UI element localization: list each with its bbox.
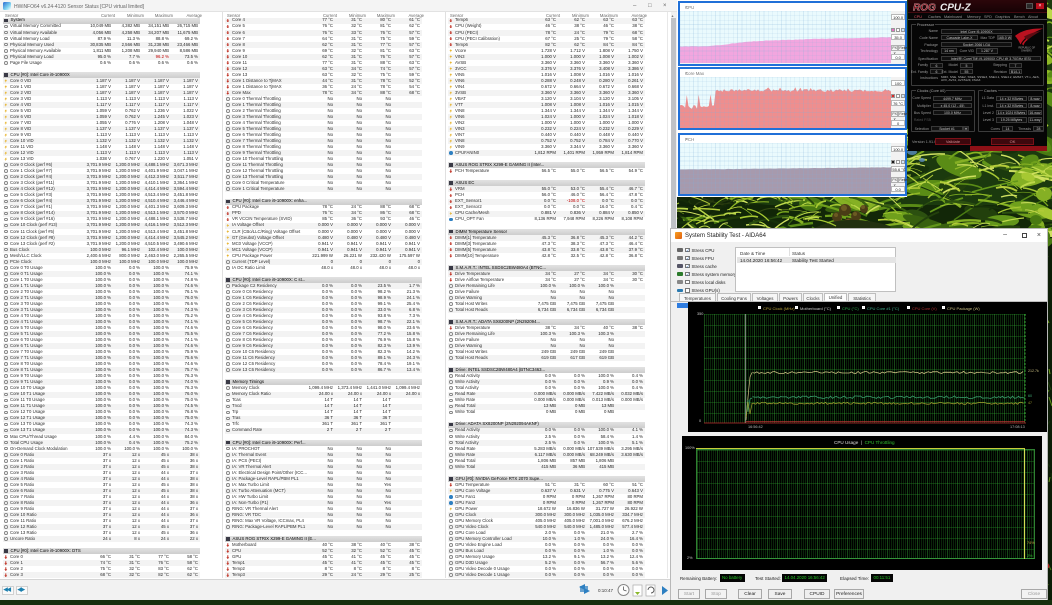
- svg-text:ROG: ROG: [913, 3, 936, 14]
- svg-text:CPU-Z: CPU-Z: [940, 3, 971, 14]
- svg-text:GAMERS: GAMERS: [1021, 49, 1032, 52]
- svg-text:0:10:47: 0:10:47: [598, 588, 614, 593]
